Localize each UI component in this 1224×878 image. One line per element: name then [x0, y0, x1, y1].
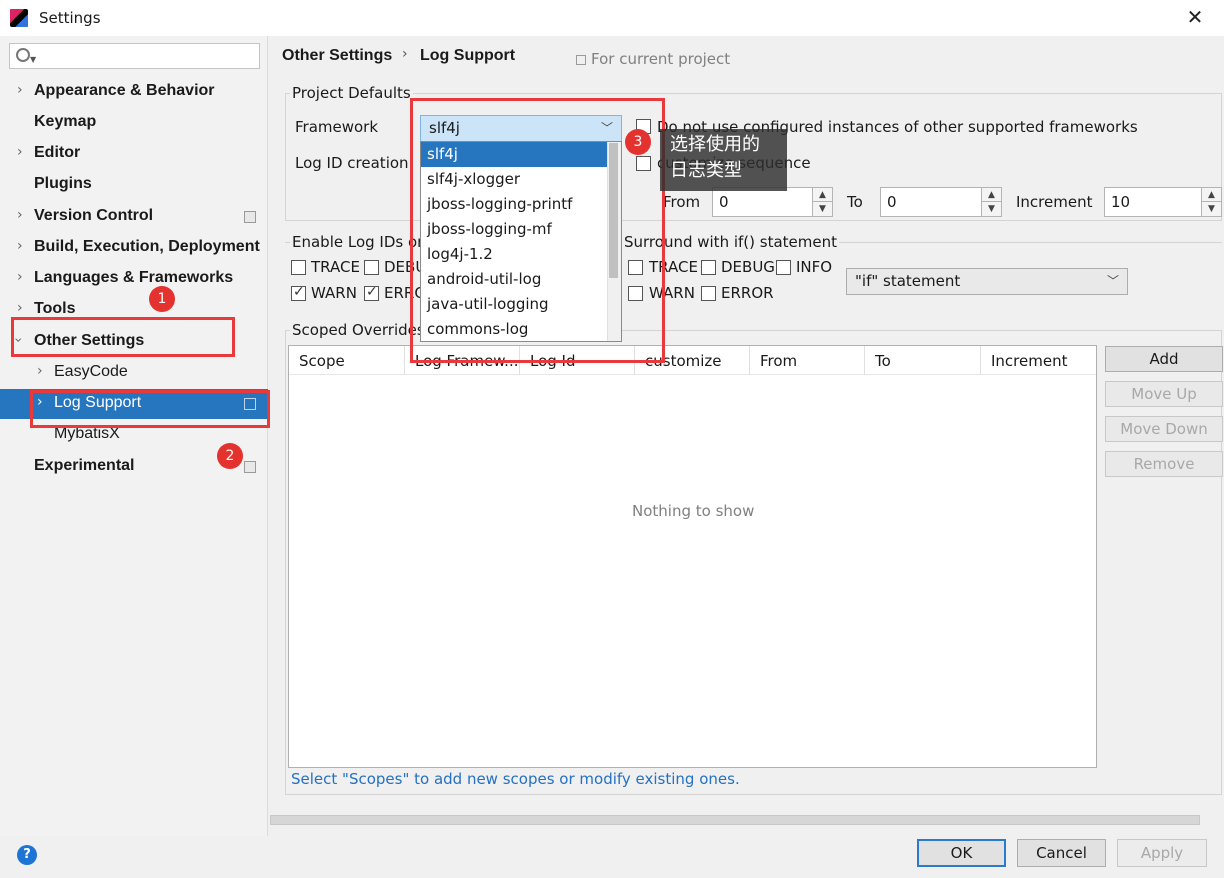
sidebar-item-keymap[interactable]: Keymap: [0, 108, 268, 138]
chevron-right-icon: ›: [17, 300, 23, 316]
surround-info-label: INFO: [796, 258, 833, 276]
sidebar-item-languages[interactable]: › Languages & Frameworks: [0, 264, 268, 294]
statement-select-value: "if" statement: [855, 272, 961, 290]
spinner-up-icon[interactable]: ▲: [982, 188, 1001, 202]
sidebar-item-label: Languages & Frameworks: [34, 269, 234, 286]
move-down-button[interactable]: Move Down: [1105, 416, 1223, 442]
enable-debug-checkbox[interactable]: [364, 260, 379, 275]
spinner-down-icon[interactable]: ▼: [982, 202, 1001, 216]
enable-trace-label: TRACE: [311, 258, 360, 276]
breadcrumb-current: Log Support: [420, 47, 516, 64]
annotation-badge-2: 2: [217, 443, 243, 469]
sidebar-item-label: Version Control: [34, 207, 154, 224]
annotation-box-other-settings: [11, 317, 235, 357]
horizontal-scrollbar[interactable]: [270, 815, 1200, 825]
tooltip-line-1: 选择使用的: [670, 134, 760, 155]
surround-error-checkbox[interactable]: [701, 286, 716, 301]
scope-label: For current project: [591, 50, 731, 68]
chevron-right-icon: ›: [17, 82, 23, 98]
sidebar-item-label: EasyCode: [54, 363, 128, 380]
project-scope-icon: [244, 211, 256, 223]
annotation-box-log-support: [30, 390, 270, 428]
breadcrumb-separator: ›: [402, 46, 408, 62]
to-label: To: [847, 193, 863, 211]
column-header-scope[interactable]: Scope: [289, 346, 405, 375]
sidebar-item-label: Tools: [34, 300, 76, 317]
enable-warn-checkbox[interactable]: [291, 284, 306, 301]
spinner-up-icon[interactable]: ▲: [1202, 188, 1221, 202]
sidebar-item-easycode[interactable]: › EasyCode: [0, 358, 268, 388]
sidebar-item-build[interactable]: › Build, Execution, Deployment: [0, 233, 268, 263]
annotation-tooltip: 选择使用的 日志类型: [660, 129, 787, 191]
sidebar-item-appearance[interactable]: › Appearance & Behavior: [0, 77, 268, 107]
sidebar-item-label: Editor: [34, 144, 81, 161]
surround-debug-checkbox[interactable]: [701, 260, 716, 275]
sidebar-item-version-control[interactable]: › Version Control: [0, 202, 268, 232]
surround-debug-label: DEBUG: [721, 258, 775, 276]
surround-info-checkbox[interactable]: [776, 260, 791, 275]
spinner-down-icon[interactable]: ▼: [813, 202, 832, 216]
statement-select[interactable]: "if" statement ﹀: [846, 268, 1128, 295]
cancel-button[interactable]: Cancel: [1017, 839, 1106, 867]
chevron-right-icon: ›: [17, 207, 23, 223]
enable-ids-title: Enable Log IDs on: [290, 233, 429, 251]
sidebar-item-label: Keymap: [34, 113, 97, 130]
chevron-right-icon: ›: [37, 363, 43, 379]
chevron-down-icon: ﹀: [1106, 274, 1119, 288]
scopes-hint-link[interactable]: Select "Scopes" to add new scopes or mod…: [291, 770, 740, 788]
chevron-right-icon: ›: [17, 238, 23, 254]
settings-search-input[interactable]: [9, 43, 260, 69]
title-bar: [0, 0, 1224, 36]
column-header-from[interactable]: From: [750, 346, 865, 375]
sidebar-item-label: Plugins: [34, 175, 92, 192]
scopes-table[interactable]: [288, 345, 1097, 768]
to-spinner[interactable]: 0 ▲ ▼: [880, 187, 1002, 217]
ok-button[interactable]: OK: [917, 839, 1006, 867]
tooltip-line-2: 日志类型: [670, 160, 742, 181]
project-scope-icon: [576, 55, 586, 65]
chevron-right-icon: ›: [17, 269, 23, 285]
column-header-increment[interactable]: Increment: [981, 346, 1096, 375]
increment-label: Increment: [1016, 193, 1093, 211]
sidebar-item-plugins[interactable]: Plugins: [0, 170, 268, 200]
sidebar-item-label: Appearance & Behavior: [34, 82, 215, 99]
spinner-down-icon[interactable]: ▼: [1202, 202, 1221, 216]
move-up-button[interactable]: Move Up: [1105, 381, 1223, 407]
enable-error-checkbox[interactable]: [364, 284, 379, 301]
help-icon[interactable]: ?: [17, 845, 37, 865]
project-defaults-title: Project Defaults: [290, 84, 413, 102]
annotation-badge-1: 1: [149, 286, 175, 312]
from-label: From: [663, 193, 701, 211]
sidebar-item-editor[interactable]: › Editor: [0, 139, 268, 169]
from-spinner[interactable]: 0 ▲ ▼: [712, 187, 833, 217]
to-value: 0: [887, 193, 897, 211]
sidebar-item-label: Build, Execution, Deployment: [34, 238, 260, 255]
increment-value: 10: [1111, 193, 1131, 211]
from-value: 0: [719, 193, 729, 211]
column-header-to[interactable]: To: [865, 346, 981, 375]
close-icon[interactable]: ✕: [1184, 5, 1206, 29]
enable-warn-label: WARN: [311, 284, 357, 302]
enable-trace-checkbox[interactable]: [291, 260, 306, 275]
intellij-app-icon: [10, 9, 28, 27]
empty-table-text: Nothing to show: [632, 502, 755, 520]
increment-spinner[interactable]: 10 ▲ ▼: [1104, 187, 1222, 217]
breadcrumb-parent[interactable]: Other Settings: [282, 47, 392, 65]
chevron-right-icon: ›: [17, 144, 23, 160]
scoped-overrides-title: Scoped Overrides: [290, 321, 427, 339]
window-title: Settings: [39, 9, 101, 27]
spinner-up-icon[interactable]: ▲: [813, 188, 832, 202]
search-icon: [16, 48, 30, 62]
surround-error-label: ERROR: [721, 284, 774, 302]
project-scope-icon: [244, 461, 256, 473]
remove-button[interactable]: Remove: [1105, 451, 1223, 477]
framework-label: Framework: [295, 118, 379, 136]
chevron-down-icon: ▼: [30, 55, 37, 64]
add-button[interactable]: Add: [1105, 346, 1223, 372]
log-id-creation-label: Log ID creation: [295, 154, 409, 172]
annotation-badge-3: 3: [625, 129, 651, 155]
apply-button[interactable]: Apply: [1117, 839, 1207, 867]
sidebar-item-label: Experimental: [34, 457, 135, 474]
